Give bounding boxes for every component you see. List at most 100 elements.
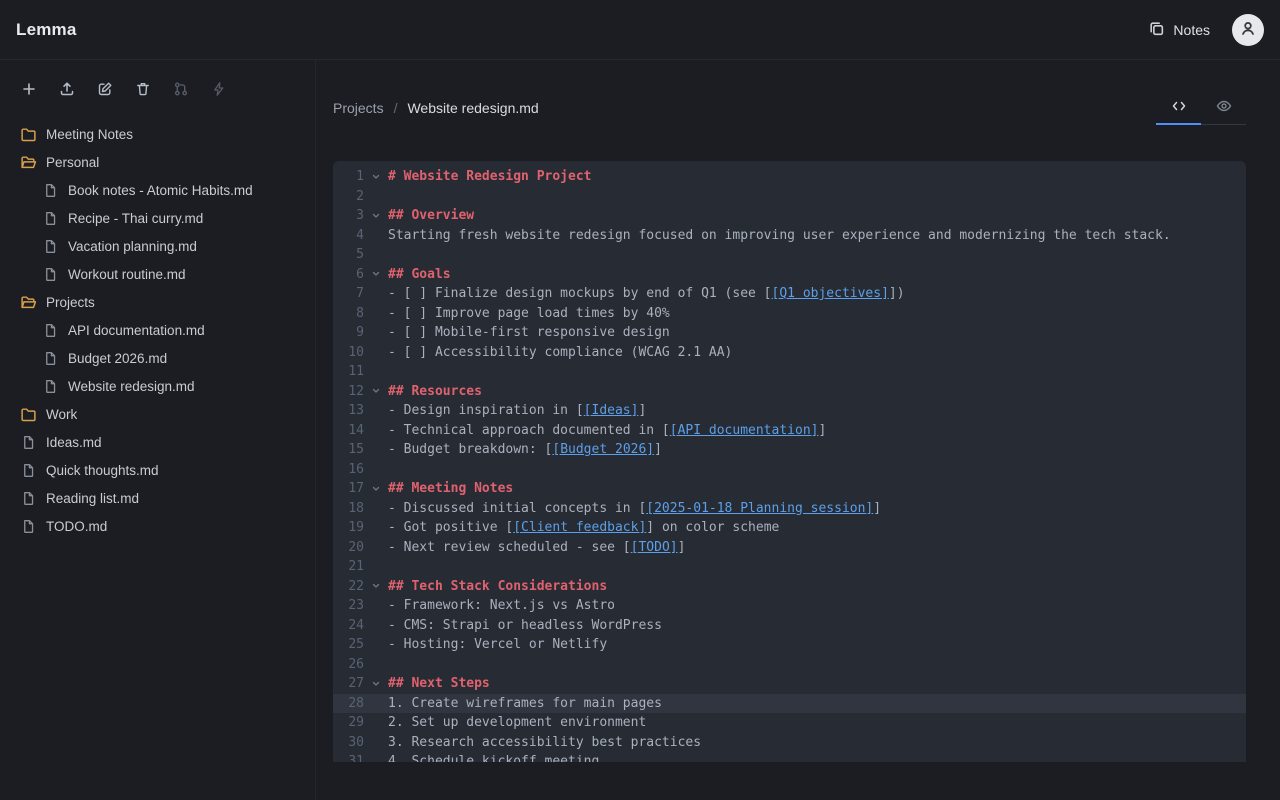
editor-line[interactable]: 10- [ ] Accessibility compliance (WCAG 2… — [333, 343, 1246, 363]
line-content: - [ ] Finalize design mockups by end of … — [384, 284, 905, 304]
code-text: - [ ] Finalize design mockups by end of … — [388, 286, 772, 301]
fold-spacer — [367, 284, 384, 304]
editor-line[interactable]: 21 — [333, 557, 1246, 577]
editor-line[interactable]: 19- Got positive [[Client feedback]] on … — [333, 518, 1246, 538]
editor-line[interactable]: 281. Create wireframes for main pages — [333, 694, 1246, 714]
new-note-button[interactable] — [14, 76, 44, 104]
editor-line[interactable]: 18 - Discussed initial concepts in [[2025… — [333, 499, 1246, 519]
editor-line[interactable]: 2 — [333, 187, 1246, 207]
app-title: Lemma — [16, 20, 77, 40]
line-number: 17 — [333, 479, 367, 499]
editor-line[interactable]: 11 — [333, 362, 1246, 382]
fold-chevron-icon[interactable] — [367, 167, 384, 187]
tab-source-view[interactable] — [1156, 92, 1201, 125]
sidebar-item[interactable]: Workout routine.md — [0, 260, 315, 288]
actions-button[interactable] — [204, 76, 234, 104]
wikilink[interactable]: [API documentation] — [670, 423, 819, 438]
code-text: ] — [678, 540, 686, 555]
sidebar-item-label: Ideas.md — [46, 435, 102, 450]
sidebar-item[interactable]: Personal — [0, 148, 315, 176]
editor-line[interactable]: 9- [ ] Mobile-first responsive design — [333, 323, 1246, 343]
sidebar-item[interactable]: Recipe - Thai curry.md — [0, 204, 315, 232]
line-content: - Discussed initial concepts in [[2025-0… — [384, 499, 881, 519]
line-number: 18 — [333, 499, 367, 519]
upload-button[interactable] — [52, 76, 82, 104]
fold-spacer — [367, 440, 384, 460]
editor-line[interactable]: 27## Next Steps — [333, 674, 1246, 694]
editor[interactable]: 1# Website Redesign Project23## Overview… — [333, 161, 1246, 762]
editor-line[interactable]: 303. Research accessibility best practic… — [333, 733, 1246, 753]
fold-chevron-icon[interactable] — [367, 206, 384, 226]
sidebar-item[interactable]: Vacation planning.md — [0, 232, 315, 260]
wikilink[interactable]: [2025-01-18 Planning session] — [646, 501, 873, 516]
editor-line[interactable]: 13- Design inspiration in [[Ideas]] — [333, 401, 1246, 421]
sidebar-item[interactable]: Quick thoughts.md — [0, 456, 315, 484]
sidebar-item[interactable]: Reading list.md — [0, 484, 315, 512]
line-content: ## Goals — [384, 265, 451, 285]
sidebar-item[interactable]: Ideas.md — [0, 428, 315, 456]
fold-spacer — [367, 694, 384, 714]
editor-line[interactable]: 7 - [ ] Finalize design mockups by end of… — [333, 284, 1246, 304]
sidebar-item[interactable]: Work — [0, 400, 315, 428]
folder-open-icon — [20, 154, 37, 171]
wikilink[interactable]: [TODO] — [631, 540, 678, 555]
editor-line[interactable]: 25- Hosting: Vercel or Netlify — [333, 635, 1246, 655]
avatar[interactable] — [1232, 14, 1264, 46]
sidebar-item-label: Reading list.md — [46, 491, 139, 506]
merge-button[interactable] — [166, 76, 196, 104]
breadcrumb-parent[interactable]: Projects — [333, 100, 384, 116]
notes-button[interactable]: Notes — [1140, 14, 1218, 46]
editor-line[interactable]: 16 — [333, 460, 1246, 480]
fold-spacer — [367, 304, 384, 324]
editor-line[interactable]: 24- CMS: Strapi or headless WordPress — [333, 616, 1246, 636]
editor-line[interactable]: 4Starting fresh website redesign focused… — [333, 226, 1246, 246]
editor-line[interactable]: 14- Technical approach documented in [[A… — [333, 421, 1246, 441]
sidebar-item[interactable]: Budget 2026.md — [0, 344, 315, 372]
editor-line[interactable]: 23- Framework: Next.js vs Astro — [333, 596, 1246, 616]
editor-line[interactable]: 22## Tech Stack Considerations — [333, 577, 1246, 597]
fold-chevron-icon[interactable] — [367, 382, 384, 402]
editor-line[interactable]: 20- Next review scheduled - see [[TODO]] — [333, 538, 1246, 558]
wikilink[interactable]: [Budget 2026] — [552, 442, 654, 457]
line-number: 7 — [333, 284, 367, 304]
wikilink[interactable]: [Client feedback] — [513, 520, 646, 535]
code-text: 2. Set up development environment — [388, 715, 646, 730]
code-text: ] on color scheme — [646, 520, 779, 535]
editor-line[interactable]: 12## Resources — [333, 382, 1246, 402]
edit-button[interactable] — [90, 76, 120, 104]
editor-line[interactable]: 8- [ ] Improve page load times by 40% — [333, 304, 1246, 324]
delete-button[interactable] — [128, 76, 158, 104]
editor-line[interactable]: 1# Website Redesign Project — [333, 167, 1246, 187]
sidebar-item[interactable]: API documentation.md — [0, 316, 315, 344]
sidebar-item[interactable]: Book notes - Atomic Habits.md — [0, 176, 315, 204]
editor-line[interactable]: 3## Overview — [333, 206, 1246, 226]
code-text: - [ ] Mobile-first responsive design — [388, 325, 670, 340]
fold-chevron-icon[interactable] — [367, 265, 384, 285]
sidebar-item[interactable]: TODO.md — [0, 512, 315, 540]
editor-line[interactable]: 15- Budget breakdown: [[Budget 2026]] — [333, 440, 1246, 460]
code-text: 3. Research accessibility best practices — [388, 735, 701, 750]
line-number: 29 — [333, 713, 367, 733]
line-content: - Design inspiration in [[Ideas]] — [384, 401, 646, 421]
fold-chevron-icon[interactable] — [367, 674, 384, 694]
sidebar-item[interactable]: Projects — [0, 288, 315, 316]
line-number: 28 — [333, 694, 367, 714]
sidebar-item[interactable]: Website redesign.md — [0, 372, 315, 400]
fold-spacer — [367, 635, 384, 655]
sidebar-toolbar — [0, 76, 315, 104]
editor-line[interactable]: 26 — [333, 655, 1246, 675]
tab-preview[interactable] — [1201, 92, 1246, 125]
editor-line[interactable]: 5 — [333, 245, 1246, 265]
editor-line[interactable]: 314. Schedule kickoff meeting — [333, 752, 1246, 762]
fold-chevron-icon[interactable] — [367, 577, 384, 597]
plus-icon — [21, 81, 37, 100]
wikilink[interactable]: [Ideas] — [584, 403, 639, 418]
editor-line[interactable]: 29 2. Set up development environment — [333, 713, 1246, 733]
editor-line[interactable]: 6## Goals — [333, 265, 1246, 285]
fold-chevron-icon[interactable] — [367, 479, 384, 499]
sidebar-item[interactable]: Meeting Notes — [0, 120, 315, 148]
code-text: Starting fresh website redesign focused … — [388, 228, 1171, 243]
editor-line[interactable]: 17## Meeting Notes — [333, 479, 1246, 499]
sidebar-item-label: Meeting Notes — [46, 127, 133, 142]
wikilink[interactable]: [Q1 objectives] — [772, 286, 889, 301]
